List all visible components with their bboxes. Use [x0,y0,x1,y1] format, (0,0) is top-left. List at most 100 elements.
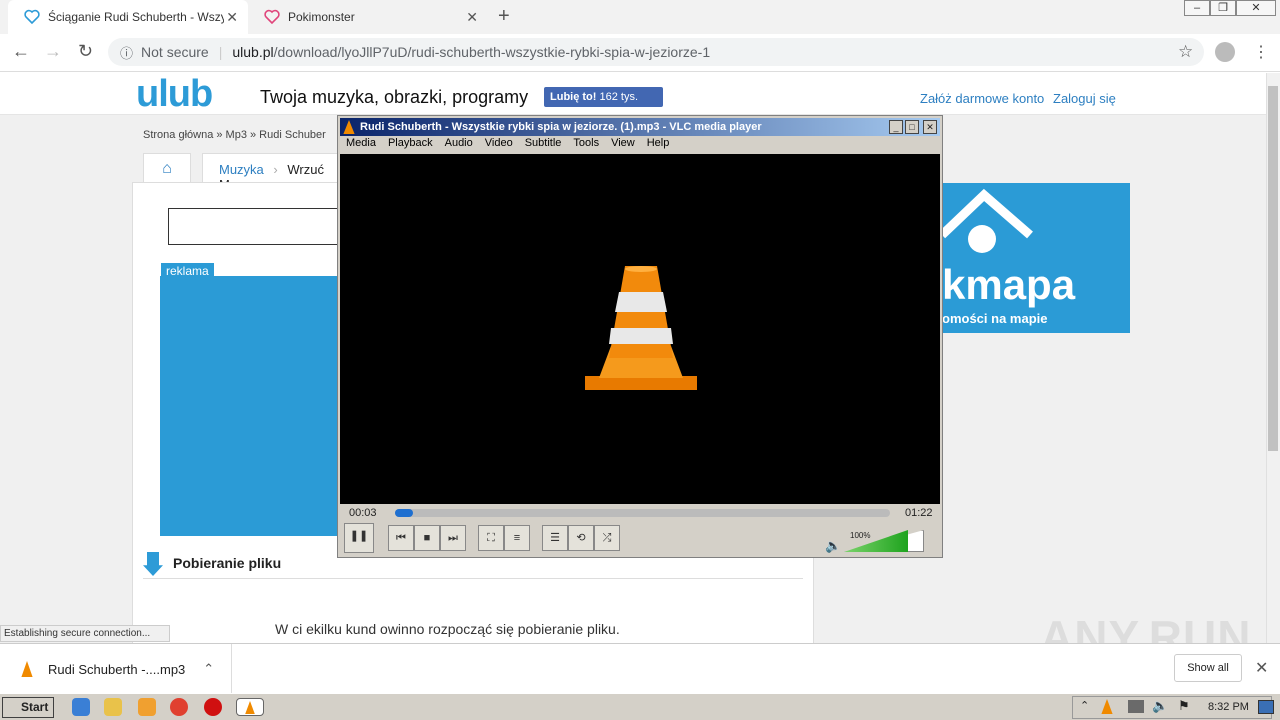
show-all-button[interactable]: Show all [1174,654,1242,682]
tab-ulub[interactable]: Ściąganie Rudi Schuberth - Wszystkie ✕ [8,0,248,34]
home-icon: ⌂ [162,160,172,177]
menu-video[interactable]: Video [485,137,513,153]
breadcrumb[interactable]: Strona główna » Mp3 » Rudi Schuber [143,129,326,141]
url-host: ulub.pl [232,44,274,60]
speaker-icon[interactable]: 🔈 [825,538,841,554]
facebook-like-button[interactable]: Lubię to! 162 tys. [544,87,663,107]
restore-button[interactable]: ❐ [1210,0,1236,16]
chevron-right-icon: › [273,162,278,177]
info-icon[interactable]: ⓘ [120,43,133,62]
seek-slider[interactable] [395,509,890,517]
windows-taskbar: Start ⌃ 🔈 ⚑ 8:32 PM [0,693,1280,720]
vlc-title-bar[interactable]: Rudi Schuberth - Wszystkie rybki spia w … [340,118,940,136]
stop-button[interactable]: ■ [414,525,440,551]
opera-icon[interactable] [204,698,222,716]
menu-playback[interactable]: Playback [388,137,433,153]
heart-icon [264,9,280,25]
total-time: 01:22 [905,507,933,519]
tab-pokimonster[interactable]: Pokimonster ✕ [248,0,488,34]
close-shelf-icon[interactable]: ✕ [1255,658,1268,678]
reload-icon[interactable]: ↻ [78,41,93,62]
ulub-logo[interactable]: ulub [136,73,213,116]
previous-button[interactable]: ⏮ [388,525,414,551]
nav-music-link[interactable]: Muzyka [219,162,264,177]
close-window-button[interactable]: ✕ [1236,0,1276,16]
vlc-file-icon [21,661,33,677]
explorer-icon[interactable] [104,698,122,716]
download-item[interactable]: Rudi Schuberth -....mp3 ⌃ [0,644,232,694]
menu-tools[interactable]: Tools [573,137,599,153]
kmapa-brand: kmapa [942,261,1076,308]
shuffle-button[interactable]: ⤮ [594,525,620,551]
vlc-minimize-button[interactable]: _ [889,120,903,134]
status-bubble: Establishing secure connection... [0,625,170,642]
flag-icon[interactable]: ⚑ [1178,698,1190,714]
vlc-close-button[interactable]: ✕ [923,120,937,134]
kmapa-subtitle: omości na mapie [942,311,1048,326]
tray-expand-icon[interactable]: ⌃ [1080,699,1089,712]
playlist-button[interactable]: ☰ [542,525,568,551]
start-label: Start [21,700,49,714]
new-tab-button[interactable]: + [498,5,510,28]
close-tab-icon[interactable]: ✕ [226,9,238,26]
pause-button[interactable]: ❚❚ [344,523,374,553]
like-count: 162 tys. [599,91,639,103]
vlc-taskbar-button[interactable] [236,698,264,716]
ie-icon[interactable] [72,698,90,716]
minimize-button[interactable]: – [1184,0,1210,16]
download-info-text: W ci ekilku kund owinno rozpocząć się po… [275,621,620,637]
network-icon[interactable] [1128,700,1144,713]
vlc-video-area[interactable] [340,154,940,504]
ad-banner[interactable] [160,276,360,536]
fullscreen-button[interactable]: ⛶ [478,525,504,551]
vlc-maximize-button[interactable]: □ [905,120,919,134]
close-tab-icon[interactable]: ✕ [466,9,478,26]
vlc-seek-row: 00:03 01:22 [340,506,940,522]
start-button[interactable]: Start [2,697,54,718]
tab-title: Ściąganie Rudi Schuberth - Wszystkie [48,10,224,24]
extended-settings-button[interactable]: ≡ [504,525,530,551]
divider: | [218,44,223,60]
vlc-cone-icon [245,701,255,714]
forward-icon[interactable]: → [44,41,62,62]
nav-tabs[interactable]: Muzyka › Wrzuć M [202,153,352,192]
menu-audio[interactable]: Audio [445,137,473,153]
divider [143,578,803,579]
download-heading: Pobieranie pliku [173,555,282,571]
chevron-up-icon[interactable]: ⌃ [203,661,214,677]
chrome-icon[interactable] [170,698,188,716]
heart-icon [24,9,40,25]
next-button[interactable]: ⏭ [440,525,466,551]
back-icon[interactable]: ← [12,41,30,62]
menu-help[interactable]: Help [647,137,670,153]
bookmark-star-icon[interactable]: ☆ [1178,42,1193,62]
url-path: /download/lyoJllP7uD/rudi-schuberth-wszy… [273,44,711,60]
menu-view[interactable]: View [611,137,635,153]
volume-tray-icon[interactable]: 🔈 [1152,698,1168,714]
register-link[interactable]: Załóż darmowe konto [920,91,1044,106]
kmapa-ad[interactable]: kmapa omości na mapie [942,183,1130,333]
like-label: Lubię to! [550,91,597,103]
media-player-icon[interactable] [138,698,156,716]
vlc-title: Rudi Schuberth - Wszystkie rybki spia w … [360,121,762,133]
download-shelf: Rudi Schuberth -....mp3 ⌃ Show all ✕ [0,643,1280,694]
address-bar[interactable]: ⓘ Not secure | ulub.pl /download/lyoJllP… [108,38,1204,66]
login-link[interactable]: Zaloguj się [1053,91,1116,106]
seek-progress-fill [395,509,413,517]
home-tab[interactable]: ⌂ [143,153,191,183]
menu-subtitle[interactable]: Subtitle [525,137,562,153]
security-label: Not secure [141,44,209,60]
elapsed-time: 00:03 [349,507,377,519]
menu-kebab-icon[interactable]: ⋮ [1253,42,1269,62]
system-clock: 8:32 PM [1208,701,1249,713]
show-desktop-icon[interactable] [1258,700,1274,714]
scrollbar-thumb[interactable] [1268,86,1278,451]
profile-avatar[interactable] [1215,42,1235,62]
vlc-window[interactable]: Rudi Schuberth - Wszystkie rybki spia w … [337,115,943,558]
download-filename: Rudi Schuberth -....mp3 [48,661,186,677]
loop-button[interactable]: ⟲ [568,525,594,551]
ad-label: reklama [161,263,214,279]
house-icon [942,188,1033,253]
menu-media[interactable]: Media [346,137,376,153]
site-tagline: Twoja muzyka, obrazki, programy [260,87,529,107]
